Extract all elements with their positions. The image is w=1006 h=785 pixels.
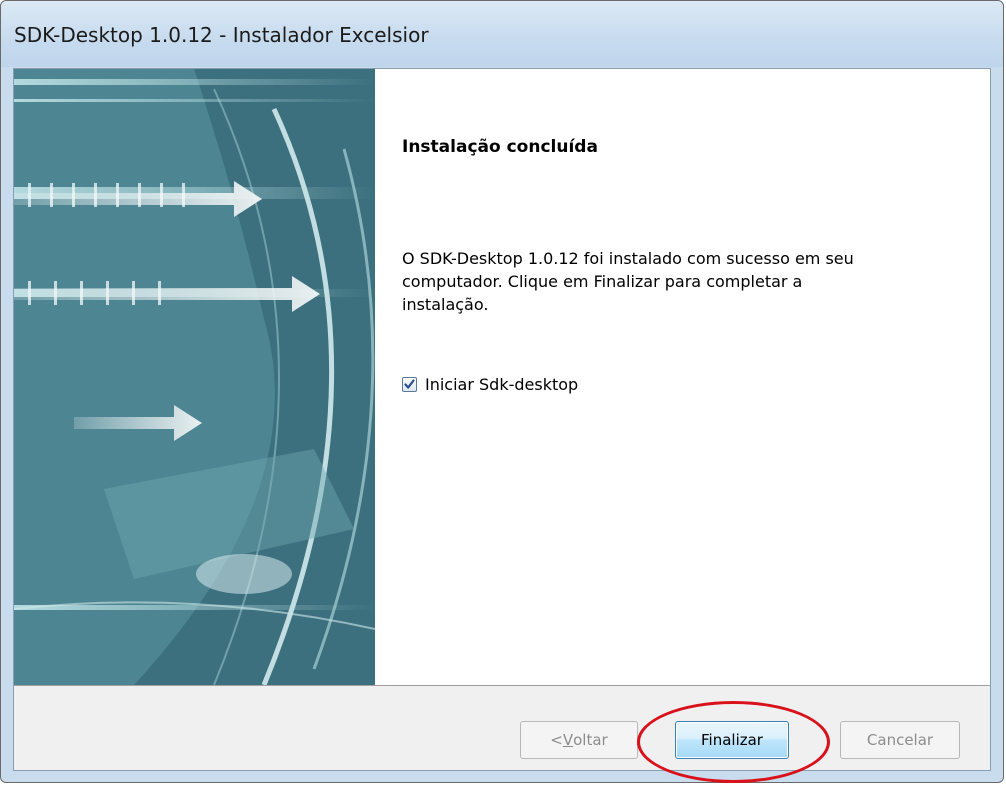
checkmark-icon [404, 378, 415, 389]
launch-checkbox-label[interactable]: Iniciar Sdk-desktop [425, 375, 578, 394]
back-button-label: oltar [573, 731, 608, 749]
completion-message-line: computador. Clique em Finalizar para com… [402, 272, 803, 291]
installer-window: SDK-Desktop 1.0.12 - Instalador Excelsio… [0, 0, 1004, 783]
completion-message-line: instalação. [402, 295, 489, 314]
button-bar: < Voltar Finalizar Cancelar [14, 685, 990, 770]
launch-checkbox[interactable] [402, 376, 417, 392]
back-button-accelerator: V [562, 731, 574, 749]
wizard-page: Instalação concluída O SDK-Desktop 1.0.1… [13, 68, 991, 771]
installer-banner-image [14, 69, 375, 685]
cancel-button[interactable]: Cancelar [840, 721, 960, 759]
back-button[interactable]: < Voltar [520, 721, 638, 759]
finish-button[interactable]: Finalizar [675, 721, 789, 759]
content-panel: Instalação concluída O SDK-Desktop 1.0.1… [375, 69, 990, 685]
window-title: SDK-Desktop 1.0.12 - Instalador Excelsio… [14, 23, 429, 47]
back-button-prefix: < [550, 731, 563, 749]
completion-message: O SDK-Desktop 1.0.12 foi instalado com s… [402, 247, 962, 316]
completion-message-line: O SDK-Desktop 1.0.12 foi instalado com s… [402, 249, 854, 268]
page-heading: Instalação concluída [402, 137, 598, 157]
title-bar[interactable]: SDK-Desktop 1.0.12 - Instalador Excelsio… [1, 1, 1003, 67]
banner-artwork [14, 69, 375, 685]
launch-checkbox-row[interactable]: Iniciar Sdk-desktop [402, 373, 578, 395]
